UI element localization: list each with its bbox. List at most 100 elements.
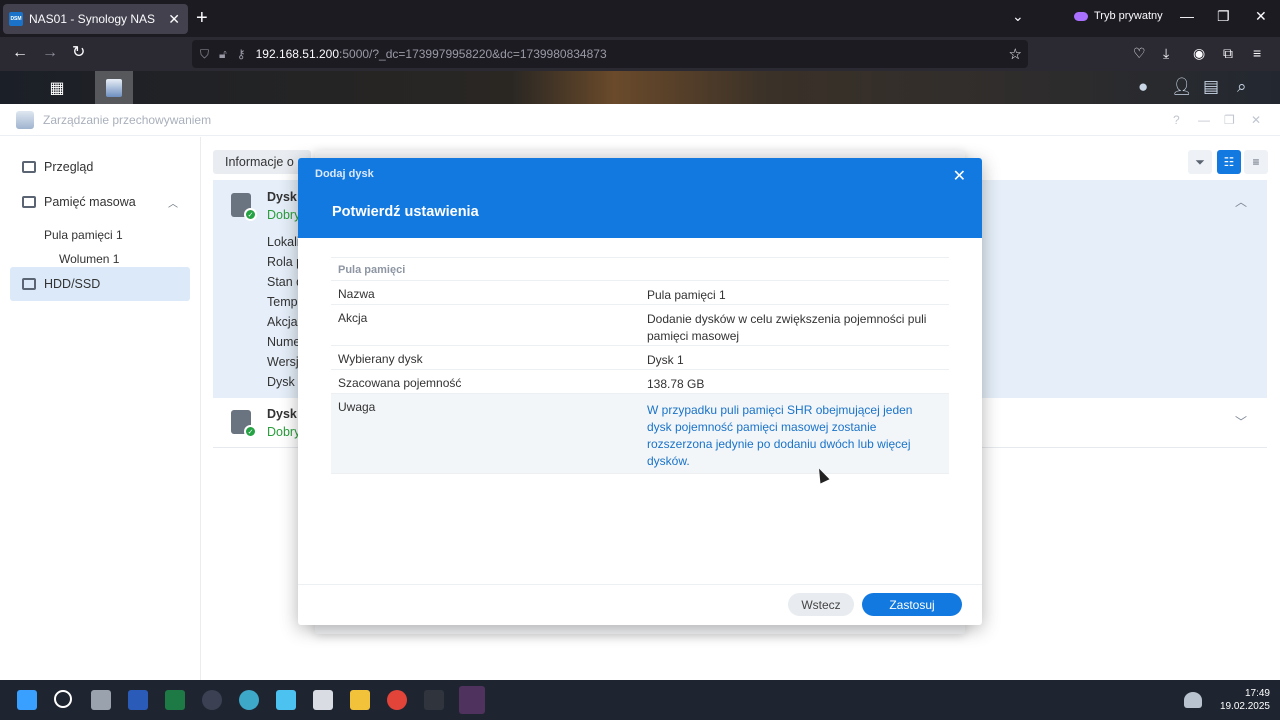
key-icon[interactable]: ⚷ (237, 47, 246, 61)
new-tab-icon[interactable]: + (196, 7, 208, 29)
window-maximize-icon[interactable]: ❐ (1224, 113, 1235, 127)
start-icon[interactable] (17, 690, 37, 710)
table-row: Wybierany dysk Dysk 1 (331, 346, 949, 370)
disk-title: Dysk (267, 407, 297, 421)
chevron-down-icon[interactable]: ﹀ (1235, 413, 1247, 430)
reload-icon[interactable]: ↻ (72, 44, 85, 62)
sidebar-item-label: Pamięć masowa (44, 195, 136, 209)
window-minimize-icon[interactable]: — (1198, 113, 1210, 127)
notifications-icon[interactable]: ● (1138, 77, 1148, 97)
search-icon[interactable]: ⌕ (1237, 77, 1247, 97)
disk-field-label: Wersj (267, 355, 299, 369)
sidebar-subitem-pool[interactable]: Pula pamięci 1 (44, 228, 123, 242)
sidebar-item-overview[interactable]: Przegląd (10, 150, 190, 184)
disk-field-label: Lokali (267, 235, 300, 249)
terminal-icon[interactable] (424, 690, 444, 710)
table-row-note: Uwaga W przypadku puli pamięci SHR obejm… (331, 394, 949, 474)
url-bar[interactable]: ⛉ 🔓︎ ⚷ 192.168.51.200:5000/?_dc=17399799… (192, 40, 1028, 68)
dialog-footer-divider (298, 584, 982, 585)
menu-icon[interactable]: ≡ (1253, 45, 1261, 61)
search-icon[interactable] (54, 690, 72, 708)
clock[interactable]: 17:49 19.02.2025 (1220, 687, 1270, 713)
storage-manager-app-icon[interactable] (95, 71, 133, 104)
dsm-taskbar: ▦ ● 👤︎ ▤ ⌕ (0, 71, 1280, 104)
task-view-icon[interactable] (91, 690, 111, 710)
apply-button[interactable]: Zastosuj (862, 593, 962, 616)
back-button[interactable]: Wstecz (788, 593, 854, 616)
close-window-icon[interactable]: ✕ (1255, 8, 1267, 25)
dialog-small-title: Dodaj dysk (315, 168, 374, 180)
sidebar-item-hdd-ssd[interactable]: HDD/SSD (10, 267, 190, 301)
keepass-icon[interactable] (202, 690, 222, 710)
restore-window-icon[interactable]: ❐ (1217, 8, 1230, 25)
window-title-bar: Zarządzanie przechowywaniem ? — ❐ ✕ (0, 104, 1280, 136)
user-icon[interactable]: 👤︎ (1171, 77, 1193, 97)
browser-nav-bar: ← → ↻ ⛉ 🔓︎ ⚷ 192.168.51.200:5000/?_dc=17… (0, 37, 1280, 71)
compact-view-icon[interactable]: ≡ (1244, 150, 1268, 174)
main-menu-grid-icon[interactable]: ▦ (38, 71, 76, 104)
windows-taskbar: 17:49 19.02.2025 (0, 680, 1280, 720)
back-icon[interactable]: ← (12, 44, 28, 62)
snipping-tool-icon[interactable] (313, 690, 333, 710)
dialog-title: Potwierdź ustawienia (332, 204, 479, 220)
browser-app-icon[interactable] (239, 690, 259, 710)
row-value: Pula pamięci 1 (647, 288, 726, 302)
forward-icon[interactable]: → (42, 44, 58, 62)
storage-manager-icon (16, 110, 34, 129)
table-row: Nazwa Pula pamięci 1 (331, 281, 949, 305)
private-mode-label: Tryb prywatny (1094, 10, 1163, 22)
word-icon[interactable] (128, 690, 148, 710)
row-value: Dodanie dysków w celu zwiększenia pojemn… (647, 312, 927, 343)
row-value: 138.78 GB (647, 377, 705, 391)
clock-time: 17:49 (1244, 688, 1270, 699)
extensions-icon[interactable]: ⧉ (1223, 45, 1233, 62)
url-host: 192.168.51.200 (255, 47, 340, 61)
file-explorer-icon[interactable] (350, 690, 370, 710)
dialog-header: Dodaj dysk Potwierdź ustawienia ✕ (298, 158, 982, 238)
lock-icon[interactable]: 🔓︎ (219, 47, 227, 62)
row-key: Uwaga (338, 400, 376, 414)
bookmark-star-icon[interactable]: ☆ (1009, 45, 1022, 63)
dialog-close-icon[interactable]: ✕ (953, 166, 966, 186)
list-view-icon[interactable]: ☷ (1217, 150, 1241, 174)
sidebar-subitem-volume[interactable]: Wolumen 1 (59, 252, 119, 266)
sidebar-item-label: HDD/SSD (44, 277, 101, 291)
account-icon[interactable]: ◉ (1193, 45, 1205, 62)
tab-close-icon[interactable]: ✕ (168, 11, 180, 28)
downloads-icon[interactable]: ⤓ (1163, 45, 1169, 62)
disk-icon: ✓ (231, 410, 257, 438)
minimize-window-icon[interactable]: — (1180, 8, 1194, 24)
window-title: Zarządzanie przechowywaniem (43, 112, 212, 127)
tab-list-chevron-icon[interactable]: ⌄ (1012, 8, 1024, 25)
browser-tab[interactable]: DSM NAS01 - Synology NAS ✕ (3, 4, 188, 34)
tab-title: NAS01 - Synology NAS (29, 12, 156, 26)
shield-icon[interactable]: ⛉ (200, 47, 209, 62)
help-icon[interactable]: ? (1173, 113, 1180, 127)
row-key: Szacowana pojemność (338, 376, 462, 390)
disk-field-label: Dysk (267, 375, 295, 389)
firefox-private-icon[interactable] (459, 686, 485, 714)
widgets-icon[interactable]: ▤ (1203, 77, 1219, 97)
dsm-favicon-icon: DSM (9, 12, 23, 26)
weather-icon[interactable] (1184, 692, 1202, 708)
check-icon: ✓ (244, 208, 257, 221)
disk-status: Dobry (267, 425, 301, 439)
excel-icon[interactable] (165, 690, 185, 710)
window-close-icon[interactable]: ✕ (1251, 113, 1261, 127)
disk-icon: ✓ (231, 193, 257, 221)
disk-title: Dysk (267, 190, 297, 204)
filter-icon[interactable]: ⏷ (1188, 150, 1212, 174)
info-tab[interactable]: Informacje o (213, 150, 311, 174)
pocket-icon[interactable]: ♡ (1133, 45, 1146, 62)
url-path: :5000/?_dc=1739979958220&dc=173998083487… (339, 47, 607, 61)
sidebar-item-storage[interactable]: Pamięć masowa ︿ (10, 185, 190, 219)
storage-icon (22, 196, 36, 208)
notepad-icon[interactable] (276, 690, 296, 710)
add-disk-dialog: Dodaj dysk Potwierdź ustawienia ✕ Pula p… (298, 158, 982, 625)
chrome-icon[interactable] (387, 690, 407, 710)
settings-table: Pula pamięci Nazwa Pula pamięci 1 Akcja … (331, 257, 949, 474)
row-key: Akcja (338, 311, 368, 325)
table-section-header: Pula pamięci (331, 257, 949, 281)
chevron-up-icon[interactable]: ︿ (168, 195, 178, 210)
chevron-up-icon[interactable]: ︿ (1235, 193, 1247, 210)
